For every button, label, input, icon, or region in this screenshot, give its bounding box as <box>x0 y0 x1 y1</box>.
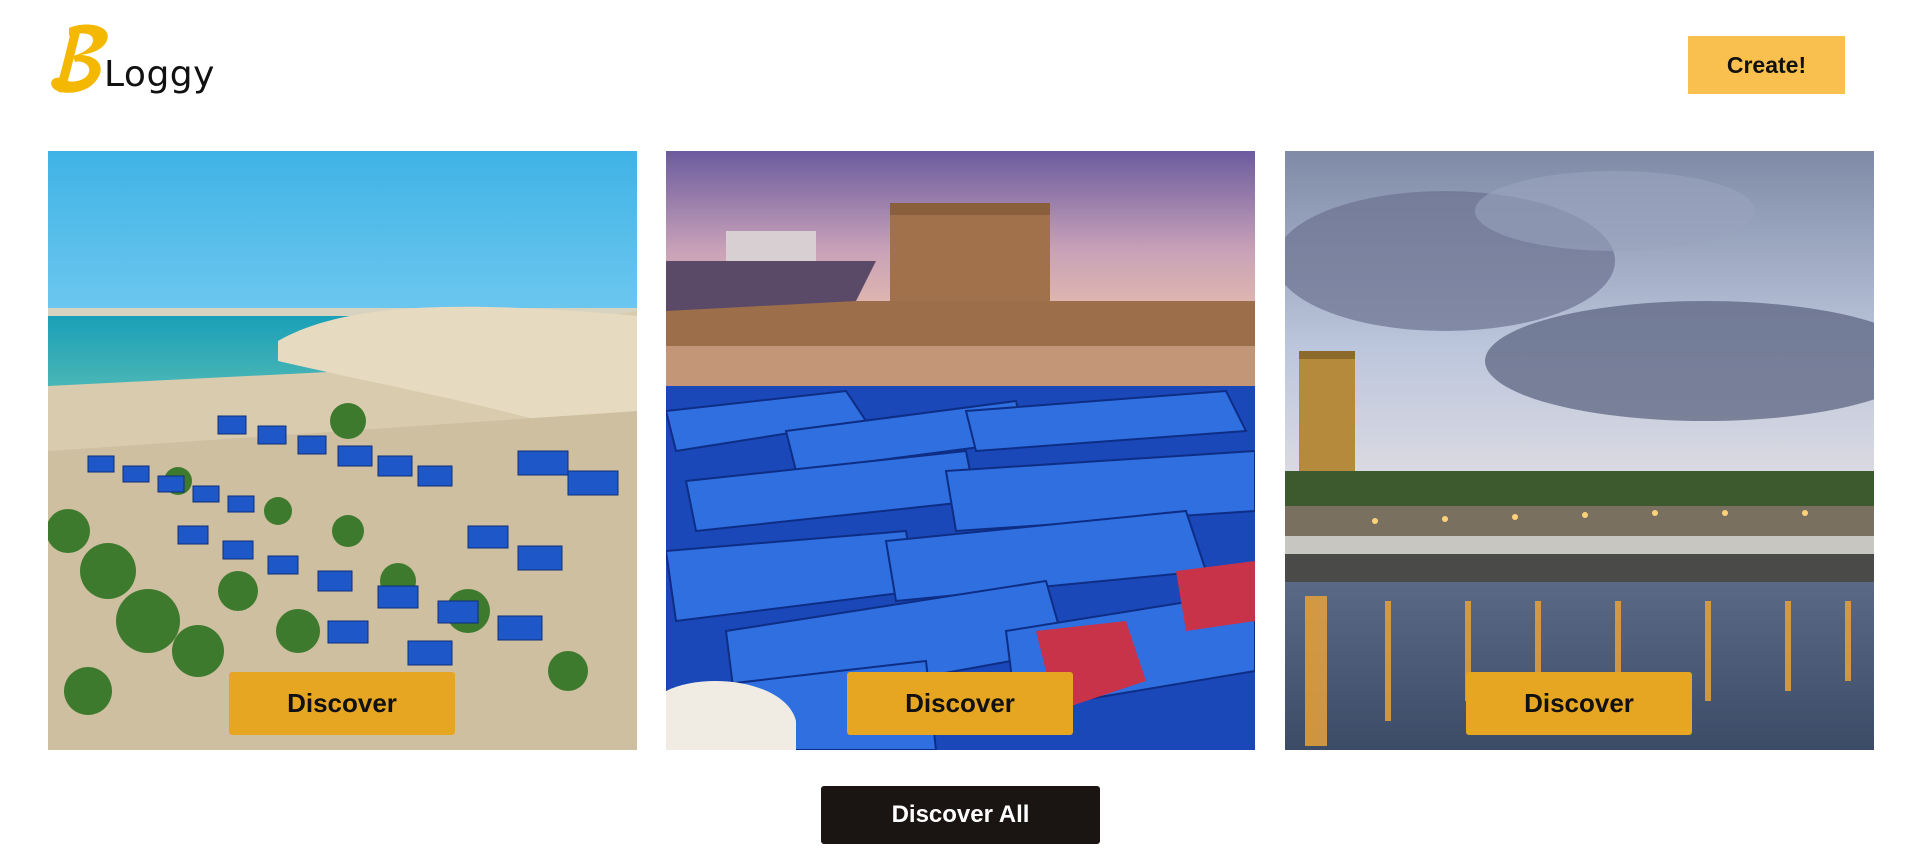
destination-card-coast[interactable]: Discover <box>48 151 637 750</box>
brand-logo[interactable]: Loggy <box>47 22 214 102</box>
logo-text: Loggy <box>104 54 215 95</box>
discover-button-tower[interactable]: Discover <box>1466 672 1692 735</box>
create-button[interactable]: Create! <box>1688 36 1845 94</box>
tower-riverside-image <box>1285 151 1874 750</box>
destination-card-tower[interactable]: Discover <box>1285 151 1874 750</box>
harbor-boats-image <box>666 151 1255 750</box>
coastal-cabins-image <box>48 151 637 750</box>
destination-card-harbor[interactable]: Discover <box>666 151 1255 750</box>
discover-button-harbor[interactable]: Discover <box>847 672 1073 735</box>
discover-all-button[interactable]: Discover All <box>821 786 1100 844</box>
discover-button-coast[interactable]: Discover <box>229 672 455 735</box>
